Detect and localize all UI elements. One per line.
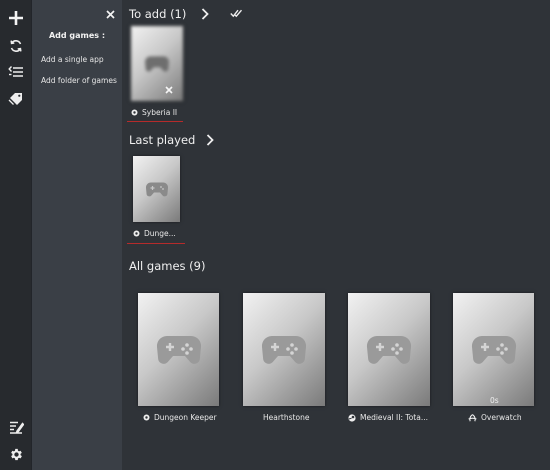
chevron-right-icon[interactable] bbox=[206, 134, 214, 146]
add-icon[interactable] bbox=[0, 5, 32, 31]
gamepad-icon bbox=[366, 335, 412, 364]
game-name: Hearthstone bbox=[263, 413, 310, 422]
game-name: Dunge... bbox=[144, 229, 176, 238]
to-add-title: To add (1) bbox=[129, 7, 187, 21]
game-cover-to-add[interactable] bbox=[131, 26, 183, 101]
refresh-icon[interactable] bbox=[0, 33, 32, 59]
last-played-game-label[interactable]: Dunge... bbox=[133, 229, 176, 238]
game-label-dungeon-keeper[interactable]: Dungeon Keeper bbox=[143, 413, 217, 422]
tag-icon[interactable] bbox=[0, 86, 32, 112]
game-name: Syberia II bbox=[142, 108, 178, 117]
add-games-panel: Add games : Add a single app Add folder … bbox=[32, 0, 122, 470]
all-games-title: All games (9) bbox=[129, 259, 206, 273]
game-cover-medieval-ii[interactable] bbox=[348, 293, 430, 406]
battlenet-icon bbox=[468, 413, 477, 421]
game-name: Dungeon Keeper bbox=[154, 413, 217, 422]
game-cover-dungeon-keeper[interactable] bbox=[138, 293, 219, 406]
location-pin-icon bbox=[143, 414, 150, 420]
game-cover-hearthstone[interactable] bbox=[243, 293, 325, 406]
steam-icon bbox=[348, 413, 356, 422]
location-pin-icon bbox=[131, 109, 138, 115]
location-pin-icon bbox=[133, 230, 140, 236]
gamepad-icon bbox=[156, 335, 201, 364]
gamepad-icon bbox=[145, 181, 168, 196]
game-label-hearthstone[interactable]: Hearthstone bbox=[263, 413, 309, 422]
remove-icon[interactable] bbox=[165, 86, 173, 94]
edit-list-icon[interactable] bbox=[0, 414, 32, 440]
add-folder-link[interactable]: Add folder of games bbox=[41, 76, 117, 85]
game-cover-overwatch[interactable] bbox=[453, 293, 534, 406]
to-add-game-label[interactable]: Syberia II bbox=[131, 108, 177, 117]
list-icon[interactable] bbox=[0, 59, 32, 85]
gamepad-icon bbox=[261, 335, 307, 364]
check-all-icon[interactable] bbox=[230, 9, 243, 18]
close-icon[interactable] bbox=[102, 6, 118, 22]
add-games-title: Add games : bbox=[48, 31, 106, 40]
gear-icon[interactable] bbox=[0, 441, 32, 467]
game-cover-last-played[interactable] bbox=[133, 156, 180, 222]
section-underline bbox=[127, 121, 183, 122]
chevron-right-icon[interactable] bbox=[201, 8, 209, 20]
library-main: To add (1) Syberia II Last played Dunge.… bbox=[122, 0, 550, 470]
last-played-title: Last played bbox=[129, 133, 196, 147]
game-name: Overwatch bbox=[481, 413, 522, 422]
icon-rail bbox=[0, 0, 32, 470]
section-underline bbox=[127, 243, 185, 244]
game-label-overwatch[interactable]: Overwatch bbox=[468, 413, 522, 422]
add-single-app-link[interactable]: Add a single app bbox=[41, 55, 104, 64]
game-label-medieval-ii[interactable]: Medieval II: Tota... bbox=[348, 413, 428, 422]
gamepad-icon bbox=[471, 335, 516, 364]
playtime-overlay: 0s bbox=[490, 396, 499, 405]
game-name: Medieval II: Tota... bbox=[360, 413, 428, 422]
gamepad-icon bbox=[145, 55, 169, 71]
